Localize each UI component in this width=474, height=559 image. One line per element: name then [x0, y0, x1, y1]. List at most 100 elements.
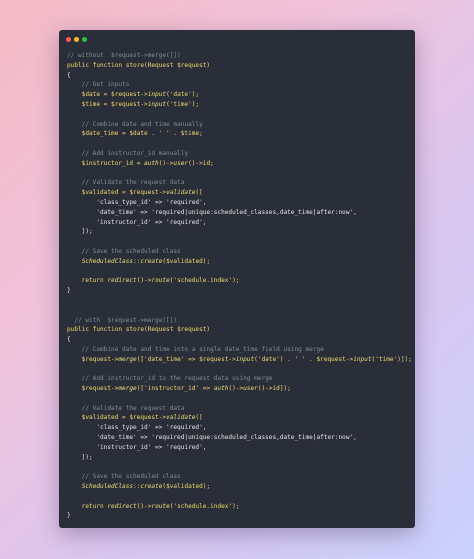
- code-token: $date = $request->: [67, 91, 148, 99]
- code-line: return redirect()->route('schedule.index…: [67, 502, 409, 512]
- code-line: 'class_type_id' => 'required',: [67, 423, 409, 433]
- code-line: // Combine date and time manually: [67, 120, 409, 130]
- code-token: 'class_type_id' => 'required',: [67, 424, 207, 432]
- code-comment: // Validate the request data: [67, 179, 185, 187]
- code-token: public function: [67, 61, 126, 69]
- code-token: auth: [144, 159, 159, 167]
- code-comment: // Get inputs: [67, 81, 130, 89]
- code-line: {: [67, 335, 409, 345]
- code-token: ([: [195, 189, 203, 197]
- code-token: ('schedule.index');: [169, 277, 240, 285]
- code-token: 'date_time' => 'required|unique:schedule…: [67, 434, 357, 442]
- code-token: create: [140, 483, 163, 491]
- code-token: $request->: [67, 385, 119, 393]
- code-line: ScheduledClass::create($validated);: [67, 257, 409, 267]
- code-token: validate: [166, 189, 196, 197]
- code-token: 'instructor_id' => 'required',: [67, 443, 207, 451]
- code-token: ('time');: [166, 100, 200, 108]
- code-line: // Validate the request data: [67, 178, 409, 188]
- code-comment: // Combine date and time manually: [67, 120, 203, 128]
- code-token: ScheduledClass: [81, 257, 134, 265]
- code-token: ()->: [228, 385, 244, 393]
- code-comment: // Combine date and time into a single d…: [67, 345, 324, 353]
- code-line: 'class_type_id' => 'required',: [67, 198, 409, 208]
- code-line: 'instructor_id' => 'required',: [67, 443, 409, 453]
- code-token: store: [125, 61, 145, 69]
- code-line: }: [67, 511, 409, 521]
- code-token: public function: [67, 326, 126, 334]
- code-line: $request->merge(['instructor_id' => auth…: [67, 384, 409, 394]
- code-token: return: [67, 277, 108, 285]
- code-token: input: [147, 100, 167, 108]
- code-token: 'class_type_id' => 'required',: [67, 198, 207, 206]
- code-token: input: [147, 91, 167, 99]
- code-comment: // Add instructor_id manually: [67, 149, 189, 157]
- code-token: 'instructor_id' => 'required',: [67, 218, 207, 226]
- code-line: $validated = $request->validate([: [67, 188, 409, 198]
- code-token: route: [151, 502, 170, 510]
- code-token: ()->: [136, 502, 152, 510]
- code-token: ($validated);: [162, 257, 211, 265]
- code-token: user: [243, 385, 258, 393]
- code-token: (Request $request): [144, 326, 211, 334]
- code-token: {: [67, 71, 71, 79]
- code-line: return redirect()->route('schedule.index…: [67, 276, 409, 286]
- code-token: ($validated);: [162, 483, 211, 491]
- code-token: $date_time = $date . ' ' . $time;: [67, 130, 203, 138]
- code-token: $time = $request->: [67, 100, 148, 108]
- close-dot-icon[interactable]: [66, 37, 71, 42]
- code-token: input: [235, 355, 255, 363]
- code-line: // Save the scheduled class: [67, 472, 409, 482]
- code-token: input: [353, 355, 372, 363]
- code-line: // Add instructor_id to the request data…: [67, 374, 409, 384]
- code-token: ([: [195, 414, 203, 422]
- code-line: $date_time = $date . ' ' . $time;: [67, 129, 409, 139]
- code-comment: // with $request->merge([]): [67, 316, 178, 324]
- minimize-dot-icon[interactable]: [74, 37, 79, 42]
- code-token: 'date_time' => 'required|unique:schedule…: [67, 208, 357, 216]
- code-line: }: [67, 286, 409, 296]
- code-token: ()->: [136, 277, 152, 285]
- code-token: return: [67, 502, 108, 510]
- code-token: (['instructor_id' =>: [136, 385, 214, 393]
- code-line: // Combine date and time into a single d…: [67, 345, 409, 355]
- code-comment: // Save the scheduled class: [67, 473, 181, 481]
- code-token: auth: [213, 385, 229, 393]
- code-line: $request->merge(['date_time' => $request…: [67, 355, 412, 365]
- code-line: $date = $request->input('date');: [67, 90, 409, 100]
- code-token: (Request $request): [144, 61, 211, 69]
- code-token: ('date');: [166, 91, 200, 99]
- code-line: 'date_time' => 'required|unique:schedule…: [67, 433, 409, 443]
- code-comment: // Save the scheduled class: [67, 247, 181, 255]
- code-line: ]);: [67, 453, 409, 463]
- code-line: // Get inputs: [67, 80, 409, 90]
- code-token: redirect: [107, 502, 137, 510]
- code-window: // without $request->merge([]) public fun…: [59, 30, 415, 528]
- code-line: ScheduledClass::create($validated);: [67, 482, 409, 492]
- code-token: merge: [118, 385, 137, 393]
- code-token: ScheduledClass: [81, 483, 134, 491]
- code-line: // Save the scheduled class: [67, 247, 409, 257]
- code-line: // Validate the request data: [67, 404, 409, 414]
- code-token: ('date') . ' ' . $request->: [254, 355, 354, 363]
- code-token: user: [173, 159, 189, 167]
- code-line: public function store(Request $request): [67, 61, 409, 71]
- code-comment: // Add instructor_id to the request data…: [67, 375, 273, 383]
- code-line: // Add instructor_id manually: [67, 149, 409, 159]
- code-token: ]);: [67, 453, 93, 461]
- code-token: create: [140, 257, 163, 265]
- code-line: 'date_time' => 'required|unique:schedule…: [67, 208, 409, 218]
- code-token: {: [67, 336, 71, 344]
- maximize-dot-icon[interactable]: [82, 37, 87, 42]
- code-token: store: [125, 326, 145, 334]
